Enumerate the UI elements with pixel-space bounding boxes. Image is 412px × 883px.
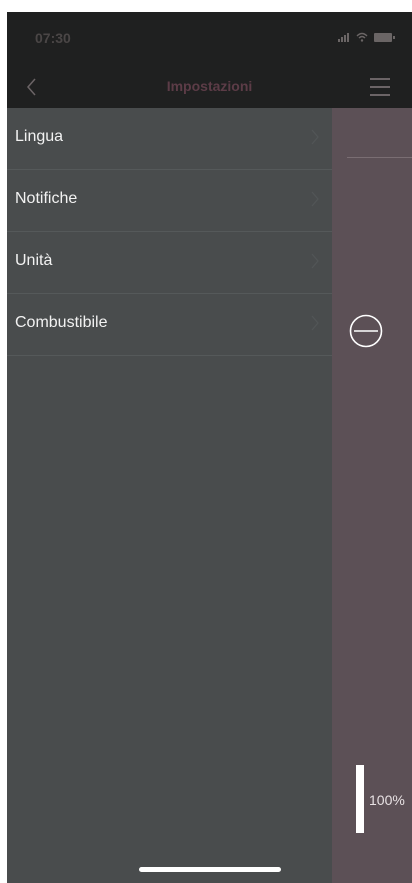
battery-icon xyxy=(374,33,395,42)
page-title: Impostazioni xyxy=(166,78,253,94)
wifi-icon xyxy=(356,32,368,42)
home-indicator xyxy=(139,867,281,872)
decrease-button[interactable] xyxy=(349,314,383,348)
status-bar: 07:30 xyxy=(7,12,412,64)
chevron-right-icon xyxy=(311,253,319,269)
settings-item-label: Unità xyxy=(15,252,53,269)
level-text: 100% xyxy=(369,792,405,808)
settings-item-lingua[interactable]: Lingua xyxy=(7,108,332,170)
settings-item-unita[interactable]: Unità xyxy=(7,232,332,294)
app-screen: 07:30 Impostazioni Lingua Notifiche Unit… xyxy=(7,12,412,883)
chevron-right-icon xyxy=(311,315,319,331)
divider xyxy=(347,157,412,158)
status-icons xyxy=(338,32,395,42)
background-panel: 100% xyxy=(332,108,412,883)
signal-icon xyxy=(338,32,350,42)
settings-item-notifiche[interactable]: Notifiche xyxy=(7,170,332,232)
level-indicator xyxy=(356,765,364,833)
nav-bar: Impostazioni xyxy=(7,64,412,108)
chevron-right-icon xyxy=(311,129,319,145)
settings-item-label: Combustibile xyxy=(15,314,108,331)
menu-button[interactable] xyxy=(368,74,394,100)
settings-drawer: Lingua Notifiche Unità Combustibile xyxy=(7,108,332,883)
chevron-right-icon xyxy=(311,191,319,207)
minus-circle-icon xyxy=(349,314,383,348)
settings-item-label: Lingua xyxy=(15,128,64,145)
status-time: 07:30 xyxy=(35,30,71,46)
settings-item-combustibile[interactable]: Combustibile xyxy=(7,294,332,356)
settings-item-label: Notifiche xyxy=(15,190,78,207)
